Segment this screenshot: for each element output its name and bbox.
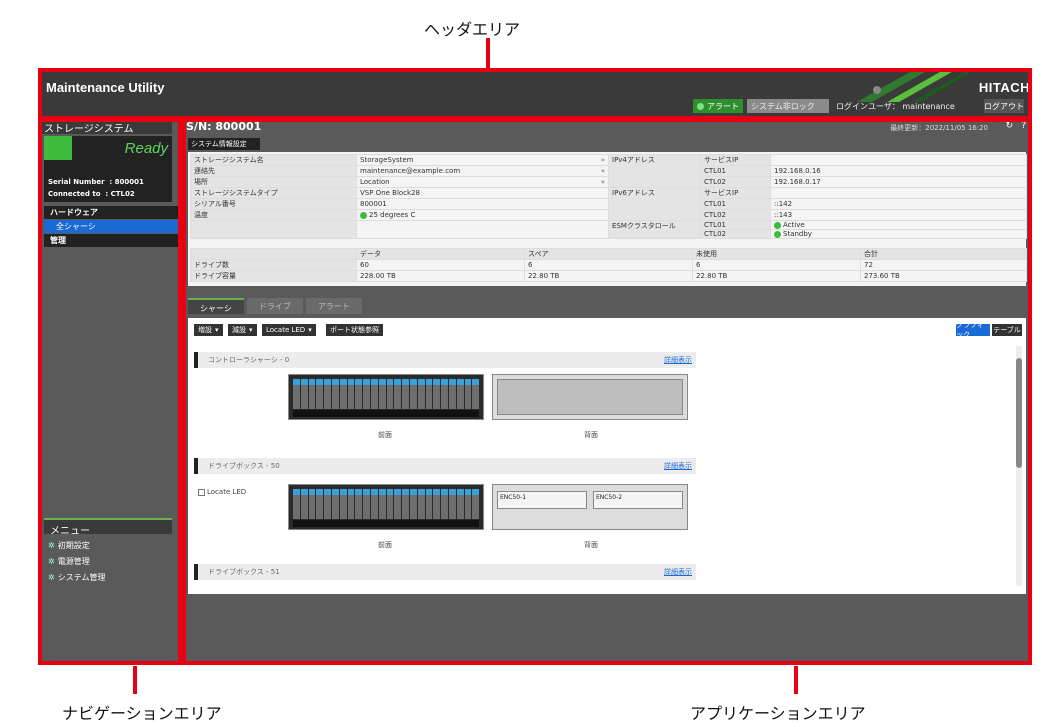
header-area-label: ヘッダエリア [424,20,521,39]
app-callout-line [794,666,798,694]
navigation-area-frame [38,118,182,665]
header-callout-line [486,38,490,68]
header-area-frame [38,68,1032,120]
application-area-frame [182,118,1032,665]
nav-callout-line [133,666,137,694]
navigation-area-label: ナビゲーションエリア [62,704,222,723]
application-area-label: アプリケーションエリア [690,704,866,723]
